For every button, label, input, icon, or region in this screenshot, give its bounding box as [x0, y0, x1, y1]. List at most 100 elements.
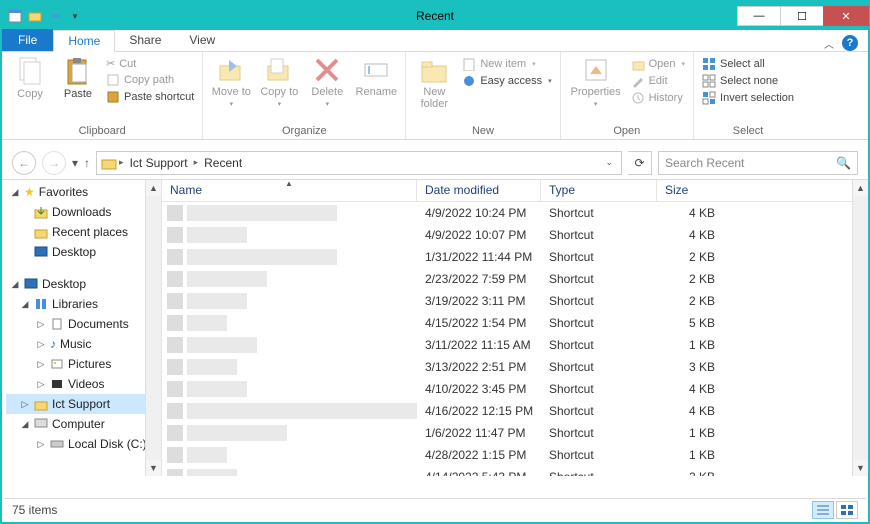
- cut-button[interactable]: ✂Cut: [104, 56, 196, 71]
- scroll-up-icon[interactable]: ▲: [853, 180, 868, 196]
- table-row[interactable]: 3/19/2022 3:11 PMShortcut2 KB: [162, 290, 868, 312]
- breadcrumb-seg-1[interactable]: Ict Support: [126, 156, 192, 170]
- table-row[interactable]: 4/16/2022 12:15 PMShortcut4 KB: [162, 400, 868, 422]
- sidebar-desktop-fav[interactable]: Desktop: [6, 242, 161, 262]
- properties-button[interactable]: Properties▾: [567, 54, 625, 108]
- column-date[interactable]: Date modified: [417, 180, 541, 201]
- scroll-down-icon[interactable]: ▼: [853, 460, 868, 476]
- column-size[interactable]: Size: [657, 180, 868, 201]
- sidebar-ict-support[interactable]: ▷Ict Support: [6, 394, 161, 414]
- table-row[interactable]: 1/6/2022 11:47 PMShortcut1 KB: [162, 422, 868, 444]
- table-row[interactable]: 1/31/2022 11:44 PMShortcut2 KB: [162, 246, 868, 268]
- folder-icon: [101, 155, 117, 171]
- breadcrumb-dropdown-icon[interactable]: ⌄: [605, 157, 617, 168]
- search-placeholder: Search Recent: [665, 156, 744, 170]
- ribbon-group-organize: Move to▾ Copy to▾ Delete▾ Rename Organiz…: [203, 52, 406, 139]
- maximize-button[interactable]: ☐: [780, 6, 824, 26]
- forward-button[interactable]: →: [42, 151, 66, 175]
- delete-button[interactable]: Delete▾: [305, 54, 349, 108]
- refresh-button[interactable]: ⟳: [628, 151, 652, 175]
- sidebar-libraries[interactable]: ◢Libraries: [6, 294, 161, 314]
- tab-file[interactable]: File: [2, 29, 53, 51]
- sidebar-downloads[interactable]: Downloads: [6, 202, 161, 222]
- new-folder-button[interactable]: New folder: [412, 54, 456, 110]
- table-row[interactable]: 3/13/2022 2:51 PMShortcut3 KB: [162, 356, 868, 378]
- thumbnails-view-button[interactable]: [836, 501, 858, 519]
- sidebar-scrollbar[interactable]: ▲ ▼: [145, 180, 161, 476]
- sidebar-local-disk[interactable]: ▷Local Disk (C:): [6, 434, 161, 454]
- sidebar-favorites[interactable]: ◢★Favorites: [6, 182, 161, 202]
- table-row[interactable]: 4/28/2022 1:15 PMShortcut1 KB: [162, 444, 868, 466]
- rename-button[interactable]: Rename: [353, 54, 399, 98]
- column-headers: Name▲ Date modified Type Size: [162, 180, 868, 202]
- table-row[interactable]: 2/23/2022 7:59 PMShortcut2 KB: [162, 268, 868, 290]
- table-row[interactable]: 4/9/2022 10:24 PMShortcut4 KB: [162, 202, 868, 224]
- recent-locations-button[interactable]: ▾: [72, 156, 78, 170]
- sidebar-music[interactable]: ▷♪Music: [6, 334, 161, 354]
- sidebar-computer[interactable]: ◢Computer: [6, 414, 161, 434]
- history-button[interactable]: History: [629, 90, 687, 106]
- column-name[interactable]: Name▲: [162, 180, 417, 201]
- titlebar: ▾ Recent — ☐ ✕: [2, 2, 868, 30]
- qat-undo-icon[interactable]: [46, 7, 64, 25]
- sidebar-documents[interactable]: ▷Documents: [6, 314, 161, 334]
- copy-button[interactable]: Copy: [8, 54, 52, 100]
- sidebar-recent-places[interactable]: Recent places: [6, 222, 161, 242]
- cell-size: 1 KB: [657, 338, 721, 352]
- filelist-scrollbar[interactable]: ▲ ▼: [852, 180, 868, 476]
- breadcrumb[interactable]: ▸ Ict Support ▸ Recent ⌄: [96, 151, 622, 175]
- cell-type: Shortcut: [541, 250, 657, 264]
- move-to-button[interactable]: Move to▾: [209, 54, 253, 108]
- table-row[interactable]: 4/9/2022 10:07 PMShortcut4 KB: [162, 224, 868, 246]
- easy-access-button[interactable]: Easy access: [460, 73, 553, 89]
- details-view-button[interactable]: [812, 501, 834, 519]
- search-input[interactable]: Search Recent 🔍: [658, 151, 858, 175]
- help-icon[interactable]: ?: [842, 35, 858, 51]
- qat-newfolder-icon[interactable]: [26, 7, 44, 25]
- paste-button[interactable]: Paste: [56, 54, 100, 100]
- minimize-button[interactable]: —: [737, 6, 781, 26]
- sidebar-videos[interactable]: ▷Videos: [6, 374, 161, 394]
- qat-dropdown-icon[interactable]: ▾: [66, 7, 84, 25]
- cell-size: 2 KB: [657, 294, 721, 308]
- open-button[interactable]: Open: [629, 56, 687, 72]
- invert-selection-button[interactable]: Invert selection: [700, 90, 796, 106]
- tab-home[interactable]: Home: [53, 30, 115, 52]
- new-item-button[interactable]: New item: [460, 56, 553, 72]
- cell-size: 3 KB: [657, 360, 721, 374]
- table-row[interactable]: 4/14/2022 5:43 PMShortcut2 KB: [162, 466, 868, 476]
- cell-type: Shortcut: [541, 426, 657, 440]
- column-type[interactable]: Type: [541, 180, 657, 201]
- select-none-button[interactable]: Select none: [700, 73, 796, 89]
- scroll-up-icon[interactable]: ▲: [146, 180, 161, 196]
- scroll-down-icon[interactable]: ▼: [146, 460, 161, 476]
- copy-path-button[interactable]: Copy path: [104, 72, 196, 88]
- table-row[interactable]: 3/11/2022 11:15 AMShortcut1 KB: [162, 334, 868, 356]
- qat-properties-icon[interactable]: [6, 7, 24, 25]
- tab-share[interactable]: Share: [115, 29, 175, 51]
- tab-view[interactable]: View: [175, 29, 229, 51]
- table-row[interactable]: 4/10/2022 3:45 PMShortcut4 KB: [162, 378, 868, 400]
- up-button[interactable]: ↑: [84, 156, 90, 170]
- cell-date: 3/19/2022 3:11 PM: [417, 294, 541, 308]
- cell-type: Shortcut: [541, 360, 657, 374]
- window-title: Recent: [416, 9, 454, 23]
- copy-to-button[interactable]: Copy to▾: [257, 54, 301, 108]
- back-button[interactable]: ←: [12, 151, 36, 175]
- cell-size: 4 KB: [657, 206, 721, 220]
- ribbon-group-new: New folder New item Easy access New: [406, 52, 560, 139]
- cell-date: 4/16/2022 12:15 PM: [417, 404, 541, 418]
- cell-type: Shortcut: [541, 338, 657, 352]
- close-button[interactable]: ✕: [823, 6, 869, 26]
- file-icon: [167, 425, 183, 441]
- collapse-ribbon-icon[interactable]: ︿: [824, 36, 834, 51]
- edit-button[interactable]: Edit: [629, 73, 687, 89]
- cell-date: 1/6/2022 11:47 PM: [417, 426, 541, 440]
- table-row[interactable]: 4/15/2022 1:54 PMShortcut5 KB: [162, 312, 868, 334]
- file-icon: [167, 227, 183, 243]
- select-all-button[interactable]: Select all: [700, 56, 796, 72]
- sidebar-desktop[interactable]: ◢Desktop: [6, 274, 161, 294]
- sidebar-pictures[interactable]: ▷Pictures: [6, 354, 161, 374]
- paste-shortcut-button[interactable]: Paste shortcut: [104, 89, 196, 105]
- breadcrumb-seg-2[interactable]: Recent: [200, 156, 246, 170]
